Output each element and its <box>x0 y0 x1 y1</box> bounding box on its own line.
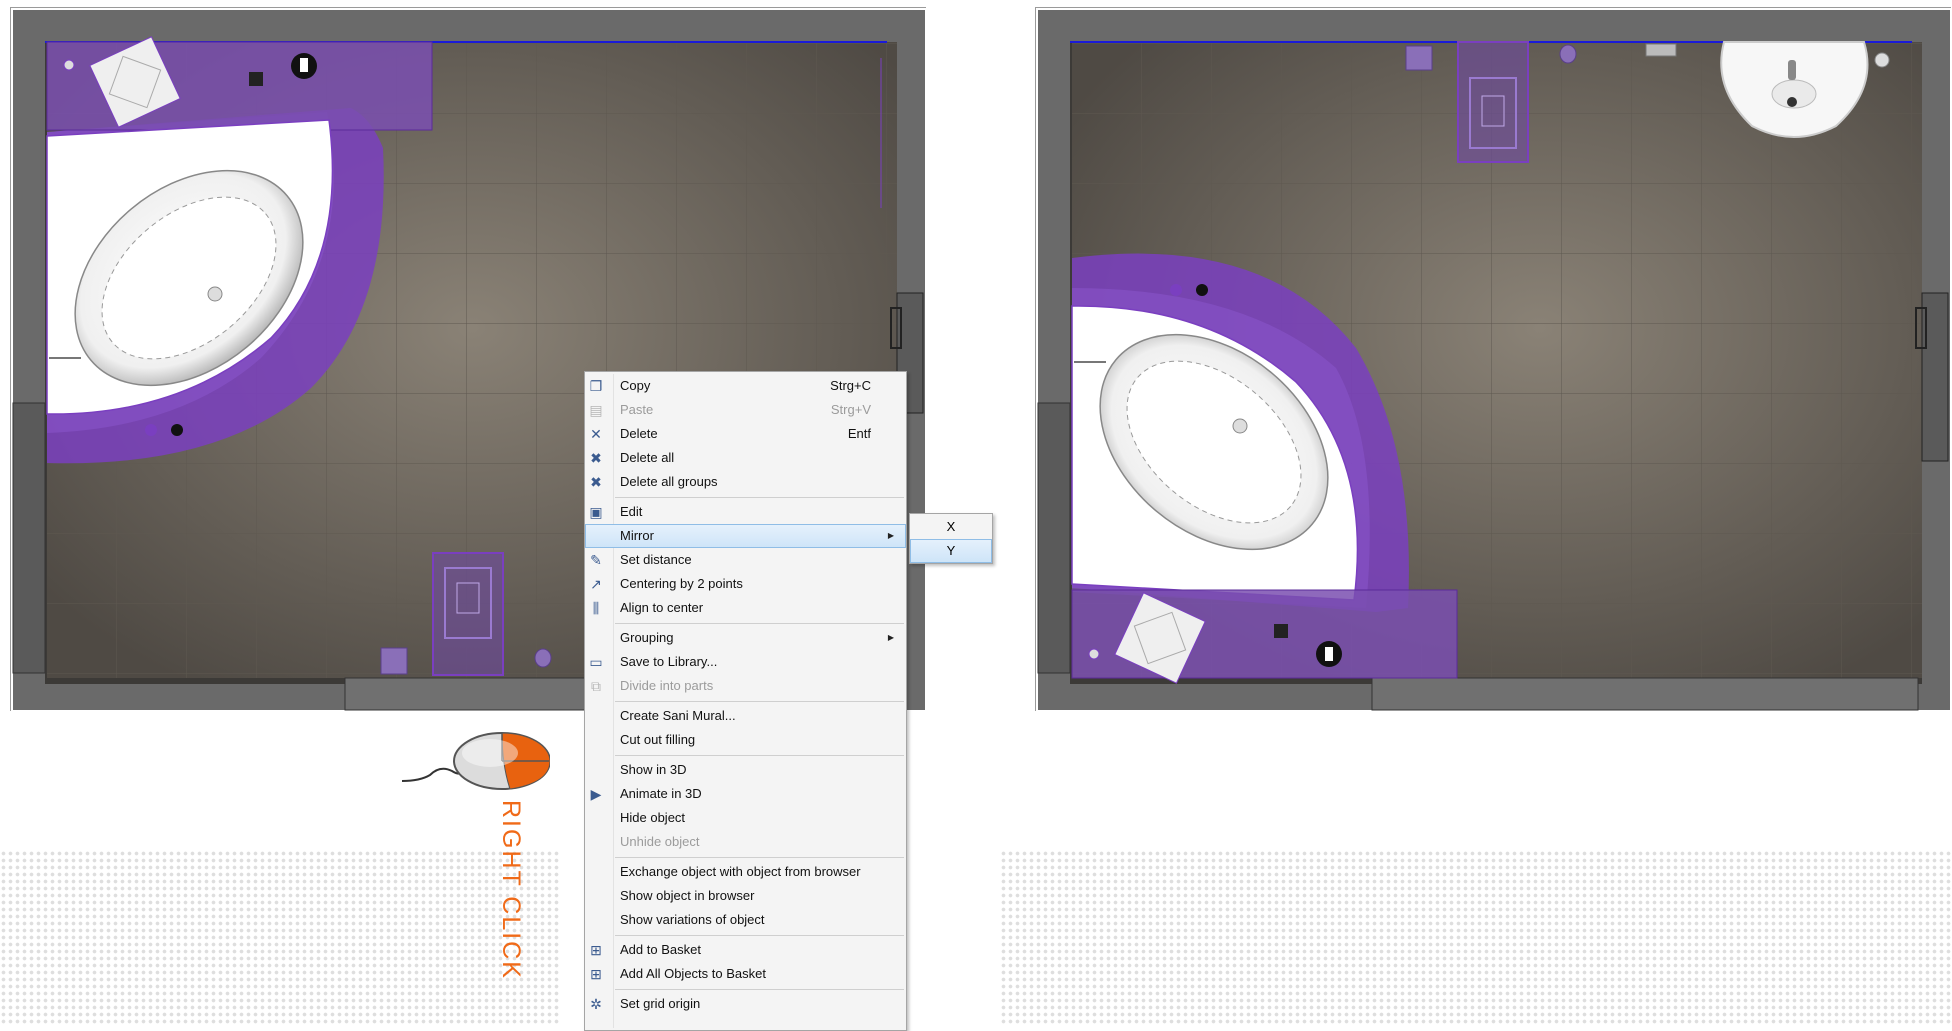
menu-item-label: Set grid origin <box>620 996 701 1011</box>
menu-item-cut-out-filling[interactable]: Cut out filling <box>585 728 906 752</box>
paper-holder-object <box>534 648 552 668</box>
menu-item-label: Show object in browser <box>620 888 755 903</box>
menu-item-label: Delete all <box>620 450 675 465</box>
centering-icon: ↗ <box>590 576 602 592</box>
menu-item-show-in-3d[interactable]: Show in 3D <box>585 758 906 782</box>
copy-icon: ❐ <box>589 378 603 394</box>
menu-item-create-sani-mural[interactable]: Create Sani Mural... <box>585 704 906 728</box>
menu-item-hide-object[interactable]: Hide object <box>585 806 906 830</box>
menu-item-label: Delete all groups <box>620 474 718 489</box>
menu-item-label: Delete <box>620 426 658 441</box>
menu-item-label: Exchange object with object from browser <box>620 864 861 879</box>
menu-item-add-all-objects-to-basket[interactable]: ⊞ Add All Objects to Basket <box>585 962 906 986</box>
menu-item-show-object-in-browser[interactable]: Show object in browser <box>585 884 906 908</box>
menu-item-label: Centering by 2 points <box>620 576 743 591</box>
submenu-arrow-icon: ▶ <box>887 633 894 642</box>
toilet <box>1457 41 1529 163</box>
toilet-brush-object <box>380 647 408 675</box>
delete-all-groups-icon: ✖ <box>590 474 602 490</box>
menu-item-centering-by-2-points[interactable]: ↗ Centering by 2 points <box>585 572 906 596</box>
floor-plan-after-mirror[interactable] <box>1035 7 1952 712</box>
menu-separator <box>615 755 904 756</box>
menu-item-label: Align to center <box>620 600 704 615</box>
paste-icon: ▤ <box>589 402 603 418</box>
toilet-brush-object <box>1405 45 1433 71</box>
delete-icon: ✕ <box>590 426 602 442</box>
submenu-arrow-icon: ▶ <box>887 531 894 540</box>
halftone-decoration-right <box>1000 850 1952 1025</box>
play-icon: ▶ <box>590 786 602 802</box>
menu-item-label: Save to Library... <box>620 654 718 669</box>
menu-item-exchange-object-with-object-from-browser[interactable]: Exchange object with object from browser <box>585 860 906 884</box>
menu-item-label: Cut out filling <box>620 732 696 747</box>
set-distance-icon: ✎ <box>590 552 602 568</box>
menu-item-label: Create Sani Mural... <box>620 708 736 723</box>
menu-item-divide-into-parts: ⧉ Divide into parts <box>585 674 906 698</box>
menu-item-label: Edit <box>620 504 643 519</box>
menu-item-unhide-object: Unhide object <box>585 830 906 854</box>
paper-holder-object <box>1559 44 1577 64</box>
menu-item-set-distance[interactable]: ✎ Set distance <box>585 548 906 572</box>
menu-item-label: Show in 3D <box>620 762 687 777</box>
context-menu[interactable]: ❐ Copy Strg+C ▤ Paste Strg+V ✕ Delete Entf ✖ Delet… <box>584 371 907 1031</box>
menu-separator <box>615 497 904 498</box>
menu-item-shortcut: Entf <box>847 426 871 441</box>
menu-item-label: Unhide object <box>620 834 700 849</box>
menu-item-shortcut: Strg+V <box>830 402 871 417</box>
menu-separator <box>615 989 904 990</box>
menu-item-label: Show variations of object <box>620 912 765 927</box>
menu-item-label: Animate in 3D <box>620 786 702 801</box>
menu-item-add-to-basket[interactable]: ⊞ Add to Basket <box>585 938 906 962</box>
menu-item-label: Divide into parts <box>620 678 714 693</box>
menu-item-label: Paste <box>620 402 654 417</box>
menu-separator <box>615 701 904 702</box>
mirror-option-y[interactable]: Y <box>910 539 992 563</box>
menu-item-label: Grouping <box>620 630 674 645</box>
menu-item-copy[interactable]: ❐ Copy Strg+C <box>585 374 906 398</box>
menu-item-delete[interactable]: ✕ Delete Entf <box>585 422 906 446</box>
menu-separator <box>615 935 904 936</box>
menu-item-edit[interactable]: ▣ Edit <box>585 500 906 524</box>
edit-icon: ▣ <box>589 504 603 520</box>
halftone-decoration-left <box>0 850 560 1025</box>
menu-separator <box>615 857 904 858</box>
align-center-icon: ⫼ <box>592 600 600 616</box>
mouse-illustration <box>400 725 551 825</box>
menu-item-label: Mirror <box>620 528 654 543</box>
menu-item-delete-all-groups[interactable]: ✖ Delete all groups <box>585 470 906 494</box>
grid-origin-icon: ✲ <box>590 996 602 1012</box>
menu-item-label: Set distance <box>620 552 692 567</box>
menu-item-show-variations-of-object[interactable]: Show variations of object <box>585 908 906 932</box>
menu-item-set-grid-origin[interactable]: ✲ Set grid origin <box>585 992 906 1016</box>
add-all-basket-icon: ⊞ <box>590 966 602 982</box>
menu-item-shortcut: Strg+C <box>830 378 871 393</box>
towel-rail-object <box>1645 43 1677 57</box>
menu-item-delete-all[interactable]: ✖ Delete all <box>585 446 906 470</box>
mirror-submenu[interactable]: XY <box>909 513 993 564</box>
mirror-option-x[interactable]: X <box>910 515 992 539</box>
menu-item-label: Copy <box>620 378 651 393</box>
menu-item-label: Add to Basket <box>620 942 701 957</box>
toilet <box>432 552 504 676</box>
menu-item-animate-in-3d[interactable]: ▶ Animate in 3D <box>585 782 906 806</box>
delete-all-icon: ✖ <box>590 450 602 466</box>
save-icon: ▭ <box>589 654 603 670</box>
add-basket-icon: ⊞ <box>590 942 602 958</box>
right-click-label: RIGHT CLICK <box>497 800 525 980</box>
menu-item-label: Hide object <box>620 810 686 825</box>
menu-item-save-to-library[interactable]: ▭ Save to Library... <box>585 650 906 674</box>
menu-item-mirror[interactable]: Mirror ▶ <box>585 524 906 548</box>
menu-item-label: Add All Objects to Basket <box>620 966 766 981</box>
menu-item-grouping[interactable]: Grouping ▶ <box>585 626 906 650</box>
menu-item-paste: ▤ Paste Strg+V <box>585 398 906 422</box>
menu-item-align-to-center[interactable]: ⫼ Align to center <box>585 596 906 620</box>
divide-icon: ⧉ <box>591 678 601 694</box>
menu-separator <box>615 623 904 624</box>
